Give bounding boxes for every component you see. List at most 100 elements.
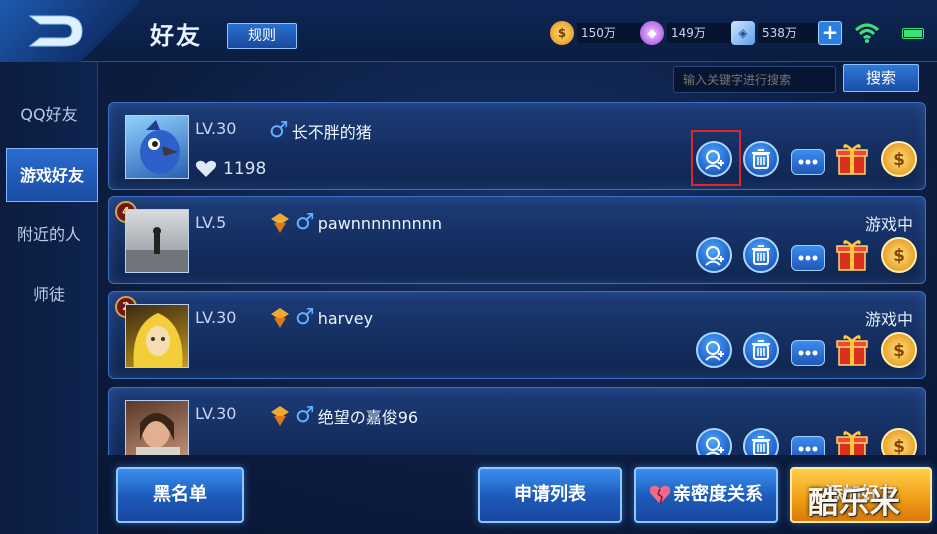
- trash-icon: [752, 149, 770, 169]
- delete-friend-button[interactable]: [743, 332, 779, 368]
- add-person-icon: [705, 341, 724, 361]
- recharge-plus-button[interactable]: +: [818, 21, 842, 45]
- avatar[interactable]: [125, 400, 189, 455]
- status-badge: 游戏中: [864, 310, 913, 329]
- message-button[interactable]: [791, 340, 825, 366]
- friend-name-row: ♂ harvey: [271, 305, 374, 330]
- heart-icon: [195, 160, 217, 177]
- avatar[interactable]: [125, 209, 189, 273]
- delete-friend-button[interactable]: [743, 237, 779, 273]
- coin-send-icon: $: [893, 341, 905, 361]
- gold-coin-icon: $: [550, 21, 574, 45]
- friend-card: 4 LV.5 ♂ pawnnnnnnnnn 游戏中: [108, 196, 926, 284]
- intimacy-relation-button[interactable]: 亲密度关系: [634, 467, 778, 523]
- parrot-avatar-icon: [140, 120, 180, 174]
- search-input[interactable]: [673, 66, 836, 93]
- search-button[interactable]: 搜索: [843, 64, 919, 92]
- message-button[interactable]: [791, 149, 825, 175]
- svg-text:$: $: [893, 246, 905, 266]
- trash-icon: [752, 436, 770, 455]
- ellipsis-icon: [798, 255, 818, 261]
- avatar[interactable]: [125, 115, 189, 179]
- sidebar-item-nearby[interactable]: 附近的人: [0, 208, 98, 262]
- coin-send-icon: $: [893, 150, 905, 170]
- gift-icon: [836, 144, 868, 175]
- trash-icon: [752, 340, 770, 360]
- bronze-rank-icon: [271, 406, 289, 426]
- friend-name-row: ♂ 绝望の嘉俊96: [271, 404, 418, 428]
- person-silhouette-avatar-icon: [126, 227, 188, 272]
- friend-card: 2 LV.30 ♂ harvey 游戏中: [108, 291, 926, 379]
- send-coin-button[interactable]: $: [881, 141, 917, 177]
- add-person-icon: [705, 246, 724, 266]
- gift-button[interactable]: [834, 237, 870, 273]
- coin-send-icon: $: [893, 246, 905, 266]
- back-arrow-icon: [28, 15, 83, 47]
- intimacy-value: 1198: [223, 159, 267, 179]
- page-title: 好友: [150, 22, 202, 50]
- intimacy-relation-label: 亲密度关系: [673, 484, 763, 505]
- golden-hair-avatar-icon: [133, 313, 183, 367]
- intimacy-row: 1198: [195, 159, 266, 179]
- svg-text:$: $: [893, 341, 905, 361]
- friend-card: LV.30 ♂ 长不胖的猪 1198 $: [108, 102, 926, 190]
- sidebar-item-game-friends[interactable]: 游戏好友: [6, 148, 98, 202]
- message-button[interactable]: [791, 436, 825, 455]
- friend-level: LV.30: [195, 308, 237, 327]
- male-icon: ♂: [295, 305, 315, 330]
- avatar[interactable]: [125, 304, 189, 368]
- sidebar-item-qq-friends[interactable]: QQ好友: [0, 88, 98, 142]
- male-icon: ♂: [295, 403, 315, 428]
- friend-list[interactable]: LV.30 ♂ 长不胖的猪 1198 $ LV.5 ♂ pawnnnnnnnnn…: [108, 100, 928, 455]
- coin-send-icon: $: [893, 437, 905, 455]
- gift-icon: [836, 431, 868, 455]
- gift-button[interactable]: [834, 428, 870, 455]
- ellipsis-icon: [798, 350, 818, 356]
- friend-name: pawnnnnnnnnn: [317, 213, 443, 233]
- send-coin-button[interactable]: $: [881, 428, 917, 455]
- friend-name: 长不胖的猪: [291, 123, 372, 142]
- gift-icon: [836, 240, 868, 271]
- game-friends-screen: 好友 规则 $ 150万 ◆ 149万 ◈ 538万 + QQ好友 游戏好友 附…: [0, 0, 937, 534]
- friend-level: LV.30: [195, 404, 237, 423]
- gift-button[interactable]: [834, 332, 870, 368]
- friend-level: LV.30: [195, 119, 237, 138]
- add-person-icon: [705, 437, 724, 455]
- blacklist-button[interactable]: 黑名单: [116, 467, 244, 523]
- request-list-button[interactable]: 申请列表: [478, 467, 622, 523]
- sidebar-item-mentor[interactable]: 师徒: [0, 268, 98, 322]
- delete-friend-button[interactable]: [743, 428, 779, 455]
- delete-friend-button[interactable]: [743, 141, 779, 177]
- bronze-rank-icon: [271, 308, 289, 328]
- bronze-rank-icon: [271, 213, 289, 233]
- send-coin-button[interactable]: $: [881, 332, 917, 368]
- wifi-icon: [854, 23, 880, 43]
- male-icon: ♂: [295, 210, 315, 235]
- top-bar: 好友 规则 $ 150万 ◆ 149万 ◈ 538万 +: [0, 0, 937, 62]
- sidebar-nav: QQ好友 游戏好友 附近的人 师徒: [0, 62, 98, 534]
- ellipsis-icon: [798, 446, 818, 452]
- highlight-box: [691, 130, 741, 186]
- svg-text:$: $: [893, 437, 905, 455]
- gift-button[interactable]: [834, 141, 870, 177]
- gift-icon: [836, 335, 868, 366]
- friend-level: LV.5: [195, 213, 227, 232]
- friend-name: harvey: [317, 308, 374, 328]
- diamond-icon: ◆: [640, 21, 664, 45]
- add-friend-icon-button[interactable]: [696, 332, 732, 368]
- voucher-icon: ◈: [731, 21, 755, 45]
- send-coin-button[interactable]: $: [881, 237, 917, 273]
- friend-name-row: ♂ 长不胖的猪: [269, 119, 372, 143]
- person-photo-avatar-icon: [136, 413, 180, 455]
- add-friend-icon-button[interactable]: [696, 237, 732, 273]
- back-button[interactable]: [0, 0, 140, 62]
- trash-icon: [752, 245, 770, 265]
- status-badge: 游戏中: [864, 215, 913, 234]
- message-button[interactable]: [791, 245, 825, 271]
- ellipsis-icon: [798, 159, 818, 165]
- battery-icon: [902, 28, 924, 39]
- add-friend-icon-button[interactable]: [696, 428, 732, 455]
- rules-button[interactable]: 规则: [227, 23, 297, 49]
- friend-card: LV.30 ♂ 绝望の嘉俊96 $: [108, 387, 926, 455]
- friend-name: 绝望の嘉俊96: [317, 408, 419, 427]
